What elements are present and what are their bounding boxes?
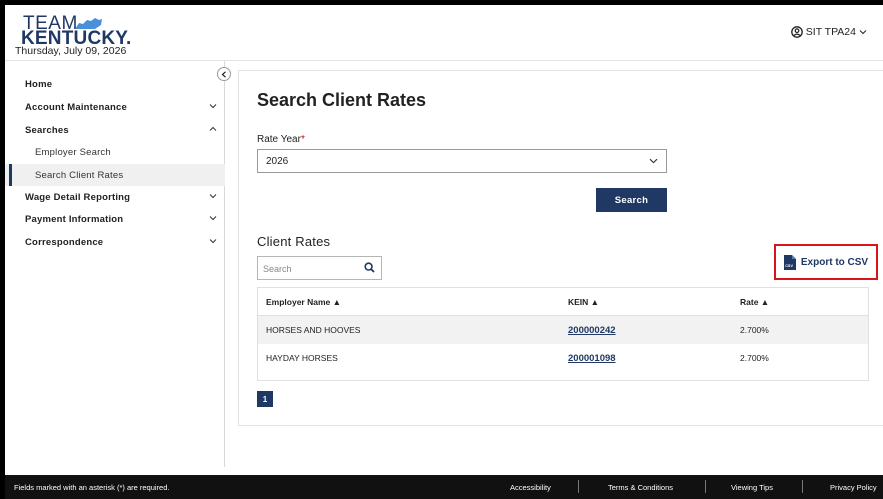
csv-badge-text: CSV: [785, 264, 793, 268]
rate-cell: 2.700%: [740, 325, 769, 335]
sidebar-nav: Home Account Maintenance Searches Employ…: [5, 61, 225, 467]
search-button[interactable]: Search: [596, 188, 667, 212]
employer-name-cell: HORSES AND HOOVES: [266, 325, 361, 335]
sidebar-item-label: Correspondence: [25, 236, 104, 248]
export-csv-label: Export to CSV: [800, 256, 869, 268]
page-title: Search Client Rates: [257, 90, 427, 110]
sidebar-item-employer-search[interactable]: Employer Search: [5, 141, 225, 163]
rate-cell: 2.700%: [740, 353, 769, 363]
sidebar-item-label: Searches: [25, 124, 69, 136]
table-header-row: Employer Name ▲ KEIN ▲ Rate ▲: [258, 288, 868, 316]
chevron-down-icon: [209, 194, 217, 199]
footer-link-terms[interactable]: Terms & Conditions: [608, 483, 673, 492]
chevron-down-icon: [209, 104, 217, 109]
user-menu[interactable]: SIT TPA24: [790, 26, 867, 38]
sidebar-item-searches[interactable]: Searches: [5, 119, 225, 141]
client-rates-table: Employer Name ▲ KEIN ▲ Rate ▲ HORSES AND…: [257, 287, 869, 381]
footer-separator: [802, 480, 803, 493]
csv-file-icon: CSV: [783, 254, 796, 270]
table-search-input[interactable]: Search: [257, 256, 382, 280]
footer: Fields marked with an asterisk (*) are r…: [5, 475, 883, 499]
required-fields-note: Fields marked with an asterisk (*) are r…: [14, 483, 170, 492]
kein-cell: 200001098: [568, 344, 616, 372]
chevron-left-icon: [221, 70, 226, 78]
rate-year-value: 2026: [266, 156, 289, 167]
column-header-rate[interactable]: Rate ▲: [740, 288, 769, 316]
pagination-page-1[interactable]: 1: [257, 391, 273, 407]
main-panel: Search Client Rates Rate Year* 2026 Sear…: [238, 70, 883, 426]
chevron-down-icon: [649, 158, 658, 164]
sidebar-item-label: Employer Search: [35, 146, 111, 158]
footer-separator: [578, 480, 579, 493]
sidebar-item-label: Payment Information: [25, 213, 124, 225]
sidebar-item-wage-detail-reporting[interactable]: Wage Detail Reporting: [5, 186, 225, 208]
user-name: SIT TPA24: [805, 26, 856, 38]
sidebar-item-home[interactable]: Home: [5, 73, 225, 95]
app-window: TEAM KENTUCKY. Thursday, July 09, 2026 S…: [5, 5, 883, 499]
employer-name-cell: HAYDAY HORSES: [266, 353, 338, 363]
sidebar-item-correspondence[interactable]: Correspondence: [5, 231, 225, 253]
footer-separator: [705, 480, 706, 493]
sidebar-item-label: Search Client Rates: [35, 169, 124, 181]
sidebar-item-label: Account Maintenance: [25, 101, 127, 113]
export-csv-button[interactable]: CSV Export to CSV: [774, 244, 878, 280]
table-search-placeholder: Search: [263, 264, 292, 274]
kein-cell: 200000242: [568, 316, 616, 344]
chevron-down-icon: [209, 239, 217, 244]
table-row: HORSES AND HOOVES 200000242 2.700%: [258, 316, 868, 344]
sidebar-item-payment-information[interactable]: Payment Information: [5, 208, 225, 230]
column-header-employer-name[interactable]: Employer Name ▲: [266, 288, 341, 316]
current-date: Thursday, July 09, 2026: [15, 45, 127, 57]
footer-link-viewing-tips[interactable]: Viewing Tips: [731, 483, 773, 492]
sidebar-collapse-button[interactable]: [217, 67, 231, 81]
kein-link[interactable]: 200001098: [568, 353, 616, 364]
chevron-down-icon: [209, 216, 217, 221]
sidebar-item-label: Wage Detail Reporting: [25, 191, 131, 203]
footer-link-privacy-policy[interactable]: Privacy Policy: [830, 483, 877, 492]
user-circle-icon: [790, 26, 803, 38]
sidebar-item-account-maintenance[interactable]: Account Maintenance: [5, 96, 225, 118]
kein-link[interactable]: 200000242: [568, 325, 616, 336]
sidebar-item-label: Home: [25, 78, 53, 90]
rate-year-label-text: Rate Year: [257, 134, 301, 145]
required-asterisk: *: [300, 134, 305, 145]
header: TEAM KENTUCKY. Thursday, July 09, 2026 S…: [5, 5, 883, 61]
chevron-up-icon: [209, 126, 217, 131]
client-rates-heading: Client Rates: [257, 234, 331, 249]
sidebar-item-search-client-rates[interactable]: Search Client Rates: [5, 164, 225, 186]
table-row: HAYDAY HORSES 200001098 2.700%: [258, 344, 868, 372]
search-icon: [364, 262, 375, 273]
chevron-down-icon: [859, 30, 867, 35]
footer-link-accessibility[interactable]: Accessibility: [510, 483, 551, 492]
rate-year-label: Rate Year*: [257, 134, 305, 145]
column-header-kein[interactable]: KEIN ▲: [568, 288, 599, 316]
rate-year-select[interactable]: 2026: [257, 149, 667, 173]
